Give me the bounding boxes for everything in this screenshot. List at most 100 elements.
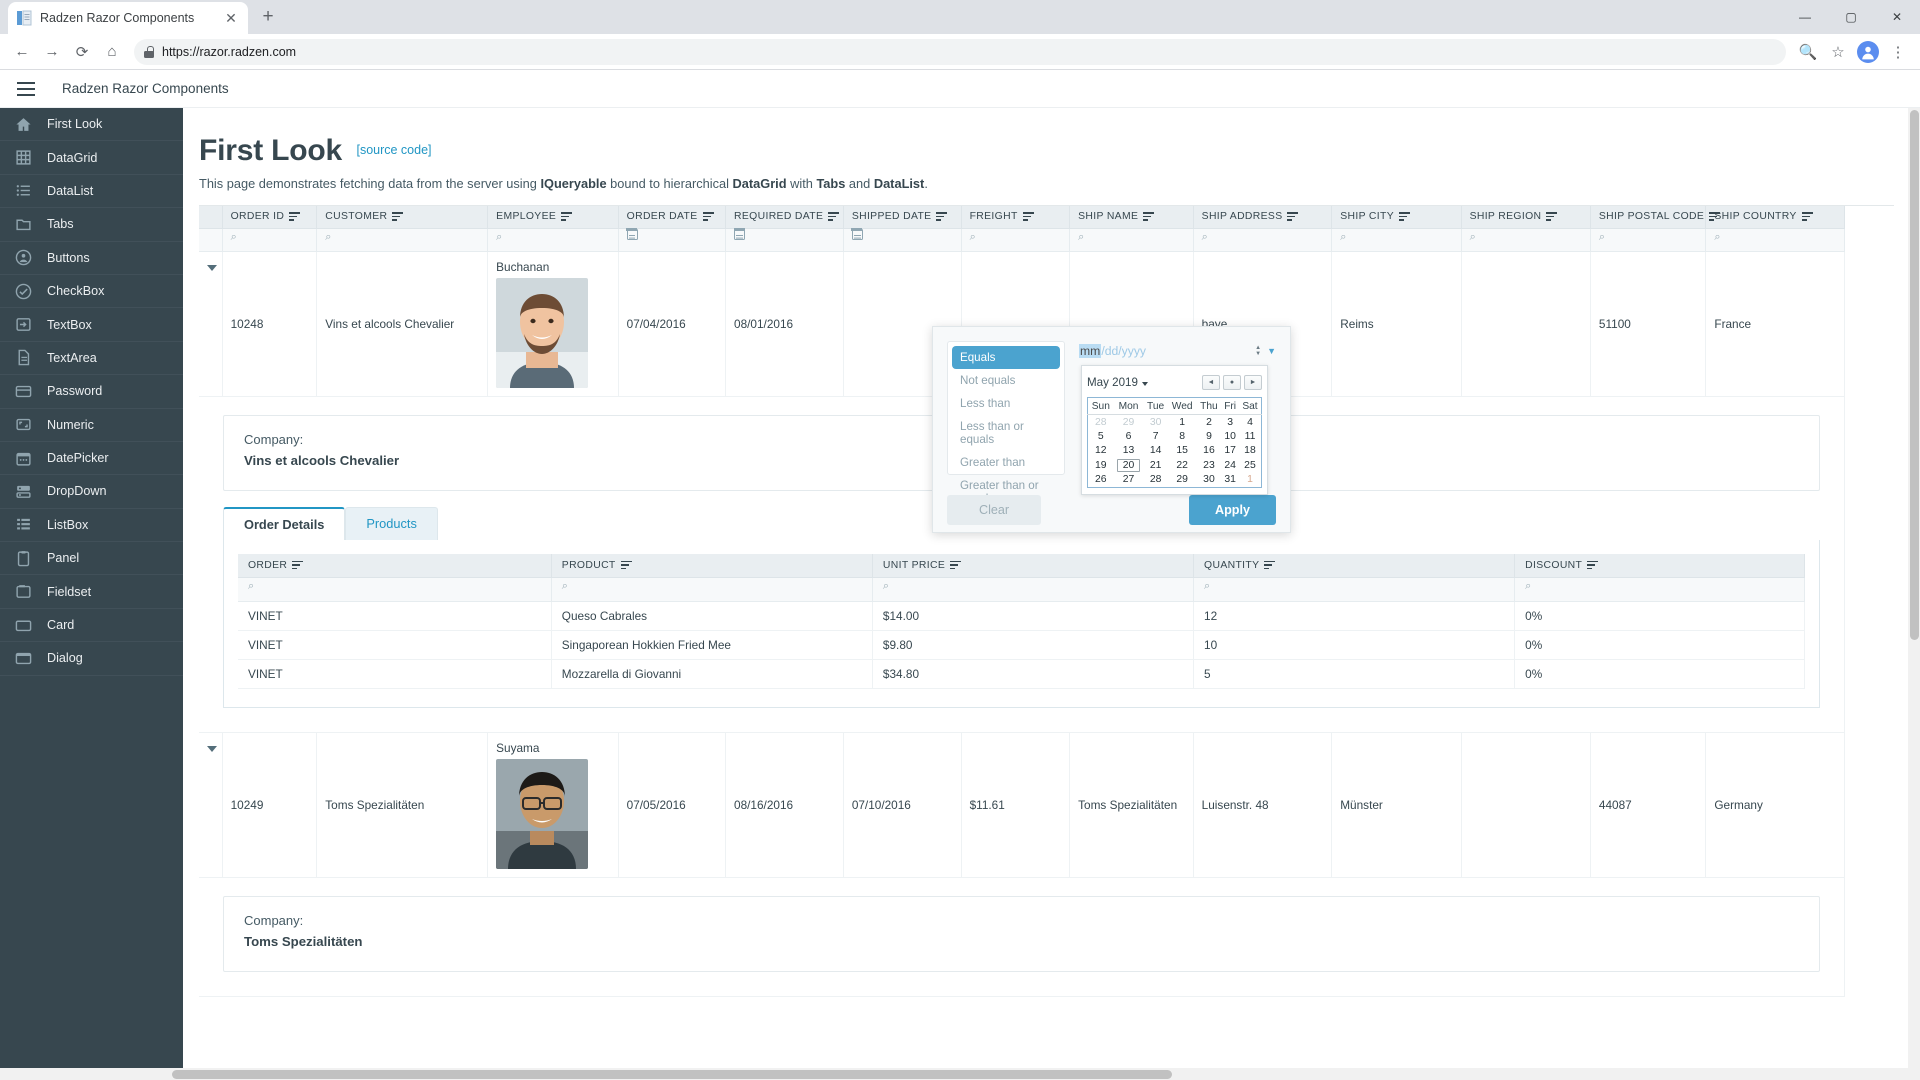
subcolumn-header-product[interactable]: PRODUCT [551, 553, 873, 578]
reload-icon[interactable]: ⟳ [68, 38, 96, 66]
column-header-employee[interactable]: EMPLOYEE [487, 206, 619, 229]
filter-option-equals[interactable]: Equals [952, 346, 1060, 369]
column-header-ship-region[interactable]: SHIP REGION [1461, 206, 1591, 229]
calendar-day[interactable]: 11 [1239, 429, 1262, 444]
vertical-scrollbar[interactable] [1908, 108, 1920, 1080]
close-tab-icon[interactable]: ✕ [222, 9, 240, 27]
search-icon[interactable]: ⌕ [1078, 231, 1084, 244]
column-header-shipped-date[interactable]: SHIPPED DATE [843, 206, 962, 229]
column-header-freight[interactable]: FREIGHT [961, 206, 1071, 229]
subfilter-cell-discount[interactable]: ⌕ [1514, 577, 1805, 602]
column-header-order-date[interactable]: ORDER DATE [618, 206, 727, 229]
filter-icon[interactable] [292, 560, 304, 570]
subcolumn-header-quantity[interactable]: QUANTITY [1193, 553, 1516, 578]
filter-icon[interactable] [1709, 212, 1721, 221]
subfilter-cell-quantity[interactable]: ⌕ [1193, 577, 1516, 602]
calendar-icon[interactable] [626, 228, 638, 240]
calendar-day[interactable]: 27 [1114, 473, 1144, 488]
address-bar[interactable]: https://razor.radzen.com [134, 38, 1786, 65]
horizontal-scrollbar[interactable] [0, 1068, 1908, 1080]
sidebar-item-dialog[interactable]: Dialog [0, 642, 183, 676]
new-tab-button[interactable]: + [254, 3, 282, 31]
column-header-ship-city[interactable]: SHIP CITY [1331, 206, 1462, 229]
search-icon[interactable]: ⌕ [248, 580, 254, 593]
calendar-day[interactable]: 12 [1088, 444, 1114, 459]
filter-cell-ship-name[interactable]: ⌕ [1069, 228, 1194, 252]
filter-icon[interactable] [936, 212, 948, 221]
calendar-day[interactable]: 8 [1168, 429, 1197, 444]
hamburger-menu-icon[interactable] [8, 71, 44, 107]
search-icon[interactable]: ⌕ [970, 231, 976, 244]
calendar-day[interactable]: 21 [1143, 458, 1167, 473]
subcolumn-header-unit-price[interactable]: UNIT PRICE [872, 553, 1195, 578]
column-header-ship-address[interactable]: SHIP ADDRESS [1193, 206, 1333, 229]
calendar-day[interactable]: 28 [1143, 473, 1167, 488]
table-row[interactable]: VINET Singaporean Hokkien Fried Mee $9.8… [238, 630, 1805, 660]
expand-toggle[interactable] [199, 251, 223, 397]
filter-cell-ship-country[interactable]: ⌕ [1705, 228, 1845, 252]
filter-icon[interactable] [702, 212, 714, 221]
search-icon[interactable]: ⌕ [1470, 231, 1476, 244]
calendar-day[interactable]: 1 [1168, 415, 1197, 430]
calendar-day[interactable]: 30 [1197, 473, 1222, 488]
calendar-today-button[interactable]: ● [1223, 374, 1241, 390]
calendar-day[interactable]: 5 [1088, 429, 1114, 444]
filter-cell-order-date[interactable] [618, 228, 727, 252]
search-icon[interactable]: ⌕ [1714, 231, 1720, 244]
calendar-day[interactable]: 29 [1168, 473, 1197, 488]
calendar-day[interactable]: 29 [1114, 415, 1144, 430]
sidebar-item-listbox[interactable]: ListBox [0, 509, 183, 543]
calendar-day[interactable]: 18 [1239, 444, 1262, 459]
filter-icon[interactable] [1143, 212, 1155, 221]
calendar-day[interactable]: 28 [1088, 415, 1114, 430]
filter-option-less-than-or-equals[interactable]: Less than or equals [952, 415, 1060, 451]
calendar-day[interactable]: 3 [1221, 415, 1239, 430]
search-icon[interactable]: ⌕ [1204, 580, 1210, 593]
search-icon[interactable]: ⌕ [1202, 231, 1208, 244]
calendar-day[interactable]: 2 [1197, 415, 1222, 430]
calendar-day[interactable]: 6 [1114, 429, 1144, 444]
calendar-day[interactable]: 26 [1088, 473, 1114, 488]
browser-tab[interactable]: Radzen Razor Components ✕ [8, 2, 248, 34]
date-spinner[interactable]: ▲ ▼ [1255, 345, 1261, 357]
search-icon[interactable]: ⌕ [1340, 231, 1346, 244]
calendar-day[interactable]: 30 [1143, 415, 1167, 430]
sidebar-item-tabs[interactable]: Tabs [0, 208, 183, 242]
home-icon[interactable]: ⌂ [98, 38, 126, 66]
column-header-ship-name[interactable]: SHIP NAME [1069, 206, 1194, 229]
calendar-day[interactable]: 9 [1197, 429, 1222, 444]
subfilter-cell-unit-price[interactable]: ⌕ [872, 577, 1195, 602]
search-icon[interactable]: ⌕ [325, 231, 331, 244]
filter-option-less-than[interactable]: Less than [952, 392, 1060, 415]
search-icon[interactable]: ⌕ [1599, 231, 1605, 244]
date-input[interactable]: mm/dd/yyyy ▲ ▼ ▼ [1079, 341, 1276, 361]
sidebar-item-textbox[interactable]: TextBox [0, 308, 183, 342]
column-header-customer[interactable]: CUSTOMER [316, 206, 489, 229]
filter-icon[interactable] [289, 212, 301, 221]
calendar-day[interactable]: 22 [1168, 458, 1197, 473]
calendar-day[interactable]: 31 [1221, 473, 1239, 488]
calendar-day[interactable]: 19 [1088, 458, 1114, 473]
sidebar-item-password[interactable]: Password [0, 375, 183, 409]
sidebar-item-buttons[interactable]: Buttons [0, 242, 183, 275]
calendar-day[interactable]: 17 [1221, 444, 1239, 459]
sidebar-item-panel[interactable]: Panel [0, 542, 183, 576]
back-icon[interactable]: ← [8, 38, 36, 66]
search-icon[interactable]: ⌕ [883, 580, 889, 593]
table-row[interactable]: 10249 Toms Spezialitäten Suyama 07/05/20… [199, 732, 1845, 878]
calendar-day[interactable]: 4 [1239, 415, 1262, 430]
filter-cell-ship-region[interactable]: ⌕ [1461, 228, 1591, 252]
filter-icon[interactable] [1022, 212, 1034, 221]
search-icon[interactable]: ⌕ [1525, 580, 1531, 593]
filter-icon[interactable] [620, 560, 632, 570]
subcolumn-header-order[interactable]: ORDER [238, 553, 552, 578]
expand-toggle[interactable] [199, 732, 223, 878]
filter-cell-order-id[interactable]: ⌕ [222, 228, 318, 252]
filter-cell-ship-city[interactable]: ⌕ [1331, 228, 1462, 252]
filter-cell-shipped-date[interactable] [843, 228, 962, 252]
sidebar-item-checkbox[interactable]: CheckBox [0, 275, 183, 309]
calendar-day[interactable]: 7 [1143, 429, 1167, 444]
filter-cell-customer[interactable]: ⌕ [316, 228, 489, 252]
bookmark-star-icon[interactable]: ☆ [1824, 38, 1852, 66]
search-icon[interactable]: ⌕ [496, 231, 502, 244]
